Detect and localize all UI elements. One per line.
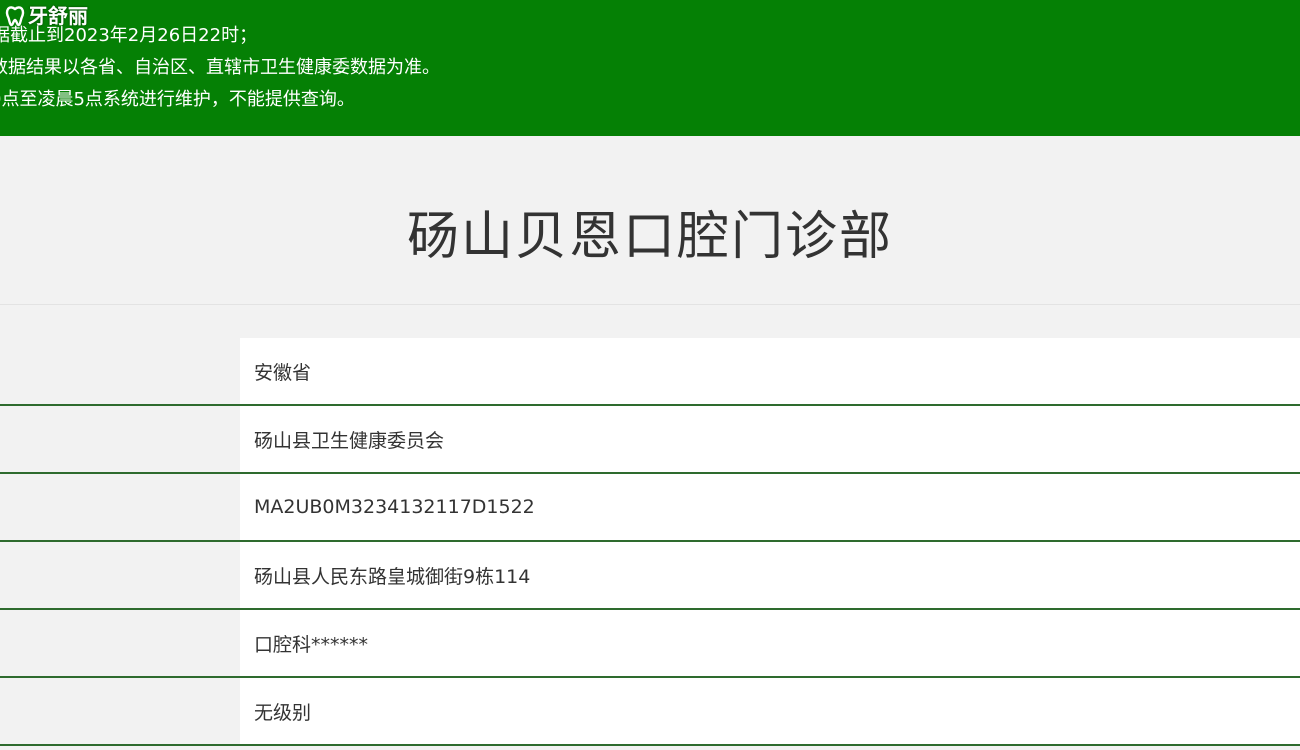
info-label-cell xyxy=(0,542,240,608)
info-label-cell xyxy=(0,406,240,472)
notice-line-date: 数据截止到2023年2月26日22时； xyxy=(0,25,258,46)
info-value-address: 砀山县人民东路皇城御街9栋114 xyxy=(240,542,1300,608)
info-label-cell xyxy=(0,610,240,676)
info-value-registration-authority: 砀山县卫生健康委员会 xyxy=(240,406,1300,472)
info-value-license-code: MA2UB0M3234132117D1522 xyxy=(240,474,1300,540)
watermark-logo: 牙舒丽 xyxy=(4,4,88,28)
info-row-province: 安徽省 xyxy=(0,338,1300,406)
info-row-license-code: MA2UB0M3234132117D1522 xyxy=(0,474,1300,542)
notice-line-source: 数据结果以各省、自治区、直辖市卫生健康委数据为准。 xyxy=(0,57,440,78)
notice-line-maintenance: 0点至凌晨5点系统进行维护，不能提供查询。 xyxy=(0,89,355,110)
info-value-level: 无级别 xyxy=(240,678,1300,744)
info-table: 安徽省 砀山县卫生健康委员会 MA2UB0M3234132117D1522 砀山… xyxy=(0,338,1300,746)
info-row-departments: 口腔科****** xyxy=(0,610,1300,678)
info-label-cell xyxy=(0,474,240,540)
info-value-province: 安徽省 xyxy=(240,338,1300,404)
watermark-text: 牙舒丽 xyxy=(28,4,88,28)
page-title: 砀山贝恩口腔门诊部 xyxy=(406,207,893,267)
info-row-address: 砀山县人民东路皇城御街9栋114 xyxy=(0,542,1300,610)
notice-banner: 数据截止到2023年2月26日22时； 数据结果以各省、自治区、直辖市卫生健康委… xyxy=(0,0,1300,136)
info-label-cell xyxy=(0,678,240,744)
info-row-level: 无级别 xyxy=(0,678,1300,746)
tooth-icon xyxy=(5,6,25,27)
info-value-departments: 口腔科****** xyxy=(240,610,1300,676)
info-row-registration-authority: 砀山县卫生健康委员会 xyxy=(0,406,1300,474)
info-label-cell xyxy=(0,338,240,404)
title-area: 砀山贝恩口腔门诊部 xyxy=(0,136,1300,305)
